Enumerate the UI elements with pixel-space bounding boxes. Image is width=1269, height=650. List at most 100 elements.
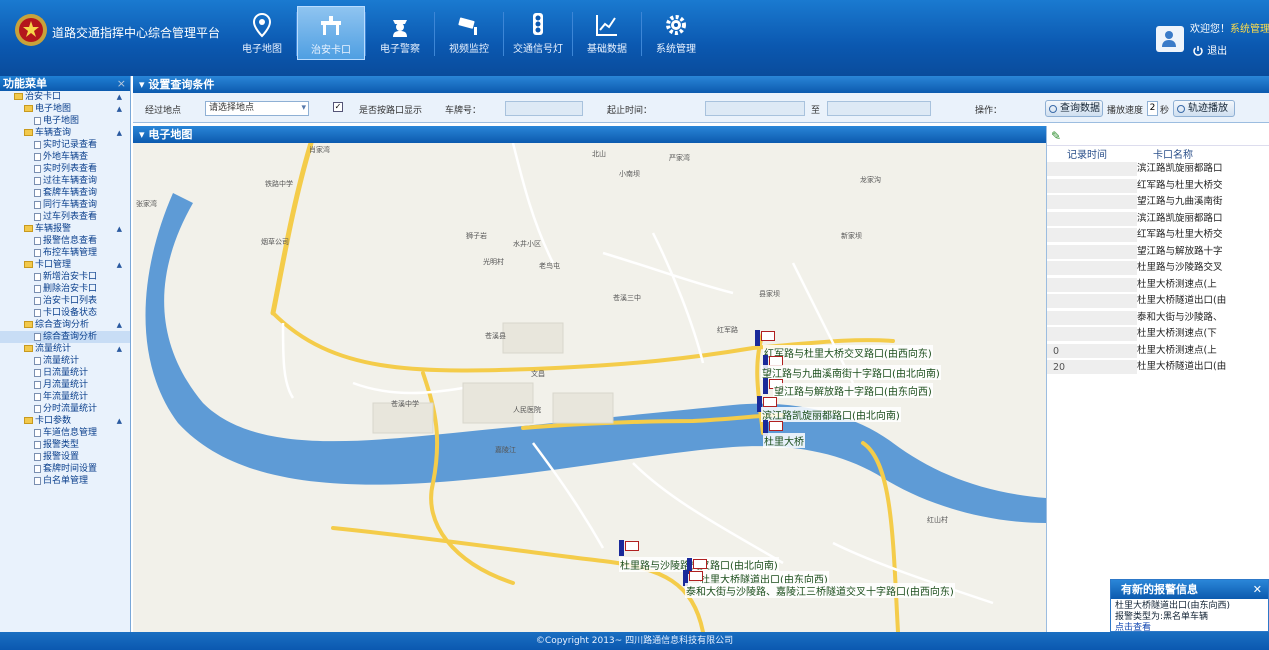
table-row[interactable]: 杜里大桥测速点(下: [1047, 326, 1269, 343]
menu-item[interactable]: 删除治安卡口: [0, 283, 130, 295]
query-data-button[interactable]: 查询数据: [1045, 100, 1103, 117]
menu-item[interactable]: 实时列表查看: [0, 163, 130, 175]
menu-item[interactable]: 流量统计: [0, 355, 130, 367]
table-row[interactable]: 泰和大街与沙陵路、: [1047, 310, 1269, 327]
nav-video-monitor[interactable]: 视频监控: [435, 6, 503, 60]
menu-group[interactable]: 流量统计 ▲: [0, 343, 130, 355]
nav-checkpoint[interactable]: 治安卡口: [297, 6, 365, 60]
user-avatar-icon[interactable]: [1156, 26, 1184, 52]
menu-item[interactable]: 白名单管理: [0, 475, 130, 487]
table-row[interactable]: 20 杜里大桥隧道出口(由: [1047, 359, 1269, 376]
menu-item[interactable]: 同行车辆查询: [0, 199, 130, 211]
menu-item[interactable]: 车道信息管理: [0, 427, 130, 439]
collapse-arrow-icon[interactable]: ▲: [117, 127, 122, 139]
start-time-input[interactable]: [705, 101, 805, 116]
place-label: 狮子岩: [466, 232, 487, 240]
marker-label[interactable]: 滨江路凯旋丽都路口(由北向南): [761, 407, 901, 422]
place-label: 烟草公司: [261, 238, 289, 246]
table-row[interactable]: 红军路与杜里大桥交: [1047, 227, 1269, 244]
sidebar-close-icon[interactable]: ×: [117, 76, 126, 91]
location-select[interactable]: 请选择地点 ▾: [205, 101, 309, 116]
checkpoint-marker-icon[interactable]: [683, 570, 703, 586]
menu-item[interactable]: 年流量统计: [0, 391, 130, 403]
checkpoint-marker-icon[interactable]: [619, 540, 639, 556]
menu-item[interactable]: 套牌车辆查询: [0, 187, 130, 199]
menu-item[interactable]: 报警类型: [0, 439, 130, 451]
menu-item[interactable]: 布控车辆管理: [0, 247, 130, 259]
menu-item[interactable]: 实时记录查看: [0, 139, 130, 151]
menu-item[interactable]: 报警信息查看: [0, 235, 130, 247]
track-playback-button[interactable]: 轨迹播放: [1173, 100, 1235, 117]
end-time-input[interactable]: [827, 101, 931, 116]
nav-electronic-map[interactable]: 电子地图: [228, 6, 296, 60]
nav-basic-data[interactable]: 基础数据: [573, 6, 641, 60]
menu-item[interactable]: 报警设置: [0, 451, 130, 463]
table-row[interactable]: 杜里大桥隧道出口(由: [1047, 293, 1269, 310]
menu-group[interactable]: 卡口管理 ▲: [0, 259, 130, 271]
table-row[interactable]: 滨江路凯旋丽都路口: [1047, 161, 1269, 178]
menu-item[interactable]: 过往车辆查询: [0, 175, 130, 187]
menu-label: 综合查询分析: [35, 320, 90, 330]
close-icon[interactable]: ✕: [1253, 580, 1262, 599]
nav-system-admin[interactable]: 系统管理: [642, 6, 710, 60]
marker-label[interactable]: 望江路与解放路十字路口(由东向西): [773, 383, 933, 398]
collapse-arrow-icon[interactable]: ▲: [117, 343, 122, 355]
table-row[interactable]: 望江路与九曲溪南街: [1047, 194, 1269, 211]
marker-label[interactable]: 红军路与杜里大桥交叉路口(由西向东): [763, 345, 933, 360]
menu-item[interactable]: 治安卡口列表: [0, 295, 130, 307]
collapse-arrow-icon[interactable]: ▲: [117, 91, 122, 103]
record-time-cell: 0: [1047, 343, 1137, 358]
marker-label[interactable]: 泰和大街与沙陵路、嘉陵江三桥隧道交叉十字路口(由西向东): [685, 583, 955, 598]
collapse-arrow-icon[interactable]: ▲: [117, 103, 122, 115]
alarm-title-text: 有新的报警信息: [1121, 583, 1198, 596]
table-row[interactable]: 杜里大桥测速点(上: [1047, 277, 1269, 294]
show-by-intersection-checkbox[interactable]: ✓: [333, 102, 343, 112]
record-time-cell: [1047, 211, 1137, 226]
speed-input[interactable]: 2: [1147, 101, 1158, 116]
menu-item[interactable]: 卡口设备状态: [0, 307, 130, 319]
col-record-time[interactable]: 记录时间: [1067, 146, 1153, 161]
menu-item[interactable]: 外地车辆查: [0, 151, 130, 163]
nav-traffic-signal[interactable]: 交通信号灯: [504, 6, 572, 60]
collapse-arrow-icon[interactable]: ▲: [117, 319, 122, 331]
table-row[interactable]: 杜里路与沙陵路交叉: [1047, 260, 1269, 277]
marker-label[interactable]: 望江路与九曲溪南街十字路口(由北向南): [761, 365, 941, 380]
logout-button[interactable]: 退出: [1192, 42, 1227, 57]
menu-item[interactable]: 套牌时间设置: [0, 463, 130, 475]
checkpoint-marker-icon[interactable]: [687, 558, 707, 574]
alarm-location: 杜里大桥隧道出口(由东向西): [1115, 601, 1231, 611]
menu-item[interactable]: 综合查询分析: [0, 331, 130, 343]
checkpoint-marker-icon[interactable]: [763, 420, 783, 436]
table-row[interactable]: 望江路与解放路十字: [1047, 244, 1269, 261]
collapse-arrow-icon[interactable]: ▲: [117, 259, 122, 271]
checkpoint-marker-icon[interactable]: [755, 330, 775, 346]
col-checkpoint-name[interactable]: 卡口名称: [1153, 146, 1193, 161]
menu-group[interactable]: 治安卡口 ▲: [0, 91, 130, 103]
menu-group[interactable]: 车辆报警 ▲: [0, 223, 130, 235]
nav-e-police[interactable]: 电子警察: [366, 6, 434, 60]
menu-group[interactable]: 综合查询分析 ▲: [0, 319, 130, 331]
map-panel-title: ▾ 电子地图: [133, 126, 1046, 143]
menu-item[interactable]: 日流量统计: [0, 367, 130, 379]
menu-item[interactable]: 新增治安卡口: [0, 271, 130, 283]
table-row[interactable]: 红军路与杜里大桥交: [1047, 178, 1269, 195]
edit-icon[interactable]: ✎: [1051, 129, 1061, 143]
collapse-arrow-icon[interactable]: ▲: [117, 415, 122, 427]
menu-item[interactable]: 月流量统计: [0, 379, 130, 391]
table-row[interactable]: 0 杜里大桥测速点(上: [1047, 343, 1269, 360]
menu-group[interactable]: 车辆查询 ▲: [0, 127, 130, 139]
collapse-arrow-icon[interactable]: ▲: [117, 223, 122, 235]
welcome-prefix: 欢迎您！: [1190, 24, 1230, 35]
page-icon: [34, 296, 41, 305]
menu-item[interactable]: 电子地图: [0, 115, 130, 127]
marker-label[interactable]: 杜里大桥: [763, 433, 805, 448]
menu-group[interactable]: 卡口参数 ▲: [0, 415, 130, 427]
menu-item[interactable]: 过车列表查看: [0, 211, 130, 223]
electronic-map[interactable]: 肖家湾 北山 严家湾 小南坝 龙家沟 新家坝 县家坝 铁路中学 苍溪县 烟草公司…: [133, 143, 1046, 632]
checkpoint-marker-icon[interactable]: [757, 396, 777, 412]
time-label: 起止时间：: [607, 106, 653, 116]
plate-input[interactable]: [505, 101, 583, 116]
menu-item[interactable]: 分时流量统计: [0, 403, 130, 415]
menu-group[interactable]: 电子地图 ▲: [0, 103, 130, 115]
table-row[interactable]: 滨江路凯旋丽都路口: [1047, 211, 1269, 228]
